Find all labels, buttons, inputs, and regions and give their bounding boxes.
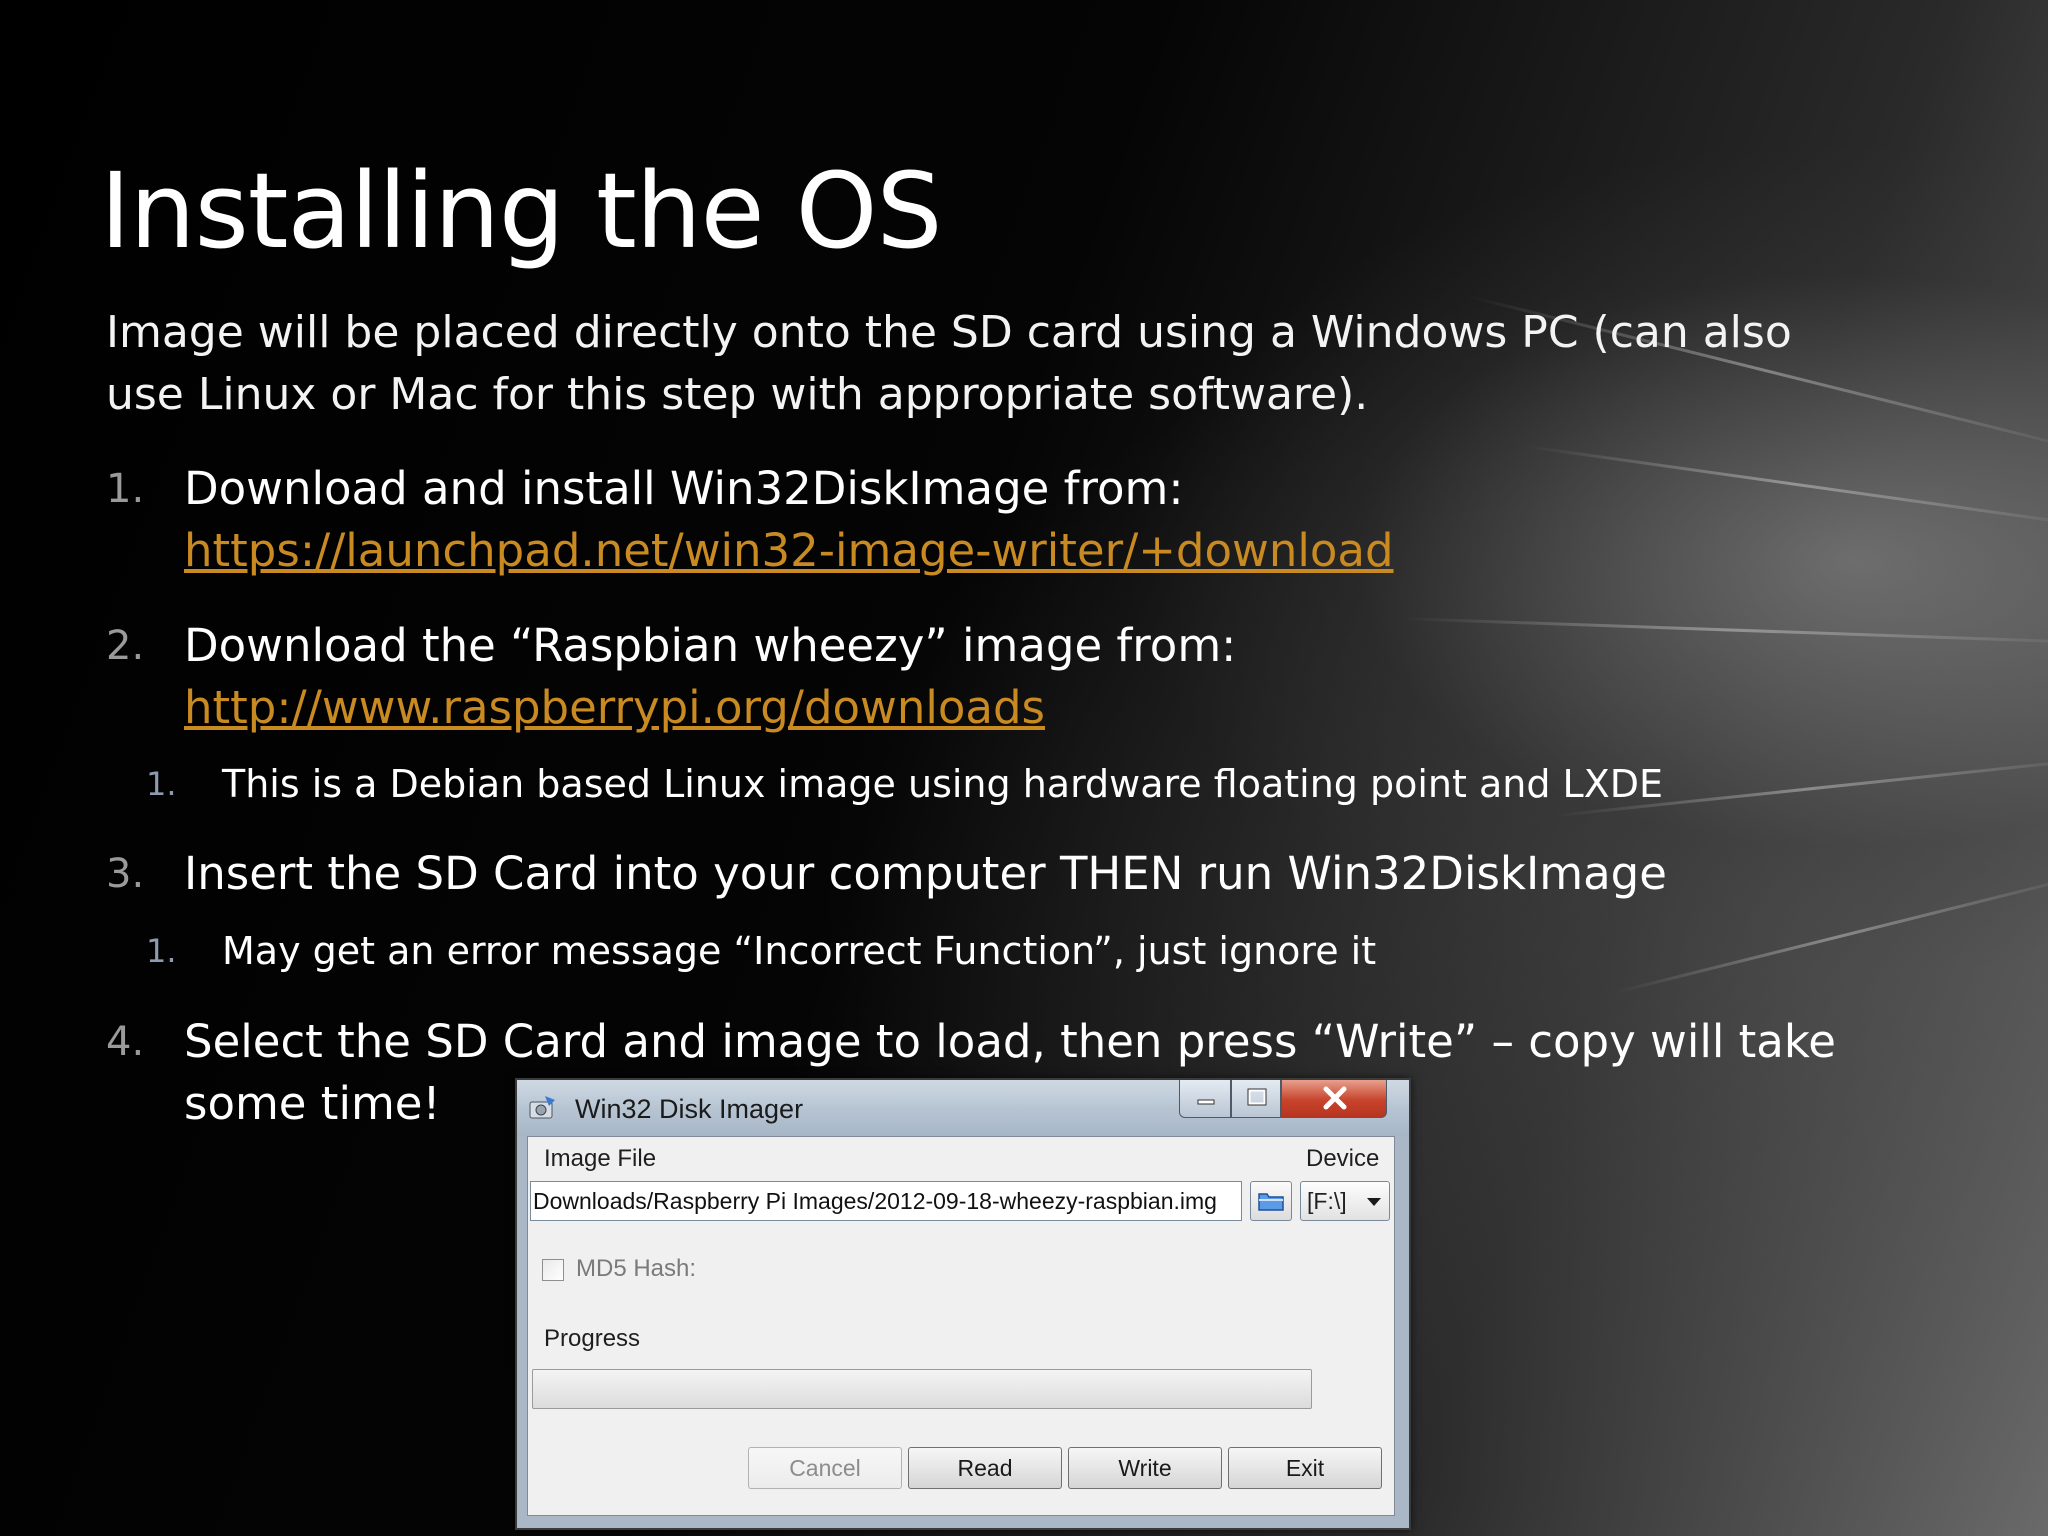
exit-button[interactable]: Exit <box>1228 1447 1382 1489</box>
win32-download-link[interactable]: https://launchpad.net/win32-image-writer… <box>184 520 1394 582</box>
slide-title: Installing the OS <box>100 150 943 272</box>
device-select[interactable]: [F:\] <box>1300 1181 1390 1221</box>
image-file-input[interactable]: Downloads/Raspberry Pi Images/2012-09-18… <box>530 1181 1242 1221</box>
win32-disk-imager-window: Win32 Disk Imager Image File Device Down… <box>515 1078 1411 1530</box>
close-button[interactable] <box>1281 1080 1387 1118</box>
raspberrypi-downloads-link[interactable]: http://www.raspberrypi.org/downloads <box>184 677 1045 739</box>
cancel-button[interactable]: Cancel <box>748 1447 902 1489</box>
md5-hash-checkbox[interactable] <box>542 1259 564 1281</box>
close-icon <box>1323 1086 1347 1110</box>
maximize-icon <box>1247 1088 1267 1106</box>
device-value: [F:\] <box>1307 1188 1347 1214</box>
md5-hash-label: MD5 Hash: <box>576 1255 697 1282</box>
subitem-number: 1. <box>146 765 177 803</box>
step-text: Download the “Raspbian wheezy” image fro… <box>184 619 1237 672</box>
step-number: 4. <box>106 1019 145 1065</box>
image-file-label: Image File <box>544 1145 657 1172</box>
step-number: 3. <box>106 851 145 897</box>
step-text: Insert the SD Card into your computer TH… <box>184 847 1667 900</box>
intro-paragraph: Image will be placed directly onto the S… <box>106 307 1792 420</box>
folder-icon <box>1258 1193 1284 1211</box>
step-text: Download and install Win32DiskImage from… <box>184 462 1184 515</box>
window-titlebar[interactable]: Win32 Disk Imager <box>517 1080 1409 1136</box>
chevron-down-icon <box>1367 1198 1381 1206</box>
write-button[interactable]: Write <box>1068 1447 1222 1489</box>
browse-button[interactable] <box>1250 1181 1292 1221</box>
device-label: Device <box>1306 1145 1380 1172</box>
disk-imager-icon <box>527 1094 557 1122</box>
subitem-text: May get an error message “Incorrect Func… <box>222 929 1377 973</box>
minimize-button[interactable] <box>1179 1080 1231 1118</box>
subitem-number: 1. <box>146 932 177 970</box>
step-number: 2. <box>106 623 145 669</box>
step-text: Select the SD Card and image to load, th… <box>184 1015 1836 1068</box>
progress-label: Progress <box>544 1325 641 1352</box>
minimize-icon <box>1197 1099 1215 1105</box>
window-title: Win32 Disk Imager <box>575 1094 804 1124</box>
step-number: 1. <box>106 466 145 512</box>
window-client-area: Image File Device Downloads/Raspberry Pi… <box>527 1136 1395 1516</box>
subitem-text: This is a Debian based Linux image using… <box>222 762 1664 806</box>
slide: Installing the OS Image will be placed d… <box>0 0 2048 1536</box>
read-button[interactable]: Read <box>908 1447 1062 1489</box>
maximize-button[interactable] <box>1231 1080 1281 1118</box>
progress-bar <box>532 1369 1312 1409</box>
